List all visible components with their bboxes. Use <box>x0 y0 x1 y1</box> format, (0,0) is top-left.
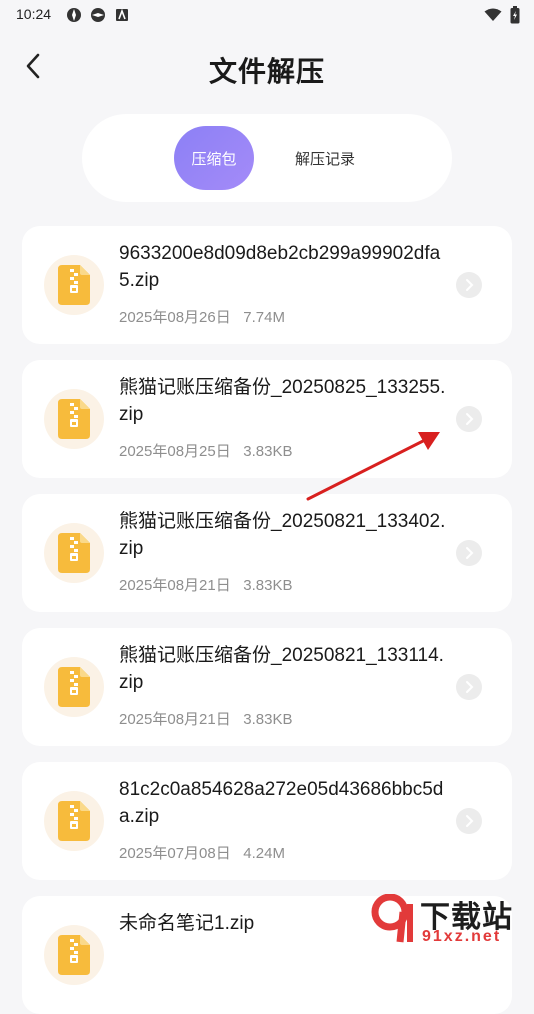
file-icon-badge <box>44 925 104 985</box>
site-watermark: 下载站 91xz.net <box>370 892 530 948</box>
app-notification-icon <box>114 7 130 23</box>
file-size: 3.83KB <box>243 577 293 594</box>
file-meta: 2025年08月25日 3.83KB <box>119 440 292 461</box>
open-file-button[interactable] <box>456 406 482 432</box>
file-size: 3.83KB <box>243 443 293 460</box>
zip-file-icon <box>58 801 90 841</box>
file-date: 2025年07月08日 <box>119 845 231 862</box>
annotation-arrow <box>306 432 440 501</box>
file-name: 9633200e8d09d8eb2cb299a99902dfa5.zip <box>119 243 441 291</box>
zip-file-icon <box>58 533 90 573</box>
file-name: 熊猫记账压缩备份_20250821_133402.zip <box>119 511 446 559</box>
status-bar: 10:24 <box>0 0 534 30</box>
open-file-button[interactable] <box>456 540 482 566</box>
sync-icon <box>66 7 82 23</box>
file-icon-badge <box>44 791 104 851</box>
file-date: 2025年08月26日 <box>119 309 231 326</box>
file-icon-badge <box>44 523 104 583</box>
file-size: 3.83KB <box>243 711 293 728</box>
file-card[interactable]: 熊猫记账压缩备份_20250821_133402.zip 2025年08月21日… <box>22 494 512 612</box>
tab-switcher: 压缩包 解压记录 <box>82 114 452 202</box>
page-header: 文件解压 <box>0 40 534 96</box>
file-name: 熊猫记账压缩备份_20250825_133255.zip <box>119 377 446 425</box>
file-meta: 2025年08月26日 7.74M <box>119 306 285 327</box>
watermark-url: 91xz.net <box>422 928 502 945</box>
watermark-logo-icon <box>371 894 413 943</box>
battery-icon <box>510 6 520 29</box>
chevron-right-icon <box>466 279 474 291</box>
page-title: 文件解压 <box>208 56 325 87</box>
tab-extract-history[interactable]: 解压记录 <box>282 126 368 190</box>
file-card[interactable]: 81c2c0a854628a272e05d43686bbc5da.zip 202… <box>22 762 512 880</box>
file-size: 7.74M <box>243 309 285 326</box>
status-system-icons <box>484 6 520 29</box>
file-icon-badge <box>44 389 104 449</box>
sync-icon <box>90 7 106 23</box>
file-card[interactable]: 熊猫记账压缩备份_20250821_133114.zip 2025年08月21日… <box>22 628 512 746</box>
open-file-button[interactable] <box>456 272 482 298</box>
chevron-right-icon <box>466 681 474 693</box>
file-icon-badge <box>44 657 104 717</box>
zip-file-icon <box>58 935 90 975</box>
zip-file-icon <box>58 265 90 305</box>
chevron-right-icon <box>466 815 474 827</box>
zip-file-icon <box>58 399 90 439</box>
file-name: 熊猫记账压缩备份_20250821_133114.zip <box>119 645 444 693</box>
wifi-icon <box>484 8 502 27</box>
file-meta: 2025年08月21日 3.83KB <box>119 574 292 595</box>
file-date: 2025年08月21日 <box>119 577 231 594</box>
status-time: 10:24 <box>16 6 52 22</box>
file-date: 2025年08月25日 <box>119 443 231 460</box>
chevron-right-icon <box>466 547 474 559</box>
file-date: 2025年08月21日 <box>119 711 231 728</box>
tab-archives[interactable]: 压缩包 <box>174 126 254 190</box>
chevron-right-icon <box>466 413 474 425</box>
file-card[interactable]: 9633200e8d09d8eb2cb299a99902dfa5.zip 202… <box>22 226 512 344</box>
open-file-button[interactable] <box>456 674 482 700</box>
zip-file-icon <box>58 667 90 707</box>
open-file-button[interactable] <box>456 808 482 834</box>
file-meta: 2025年07月08日 4.24M <box>119 842 285 863</box>
file-icon-badge <box>44 255 104 315</box>
file-name: 81c2c0a854628a272e05d43686bbc5da.zip <box>119 779 444 827</box>
file-meta: 2025年08月21日 3.83KB <box>119 708 292 729</box>
status-notification-icons <box>66 7 130 23</box>
file-size: 4.24M <box>243 845 285 862</box>
